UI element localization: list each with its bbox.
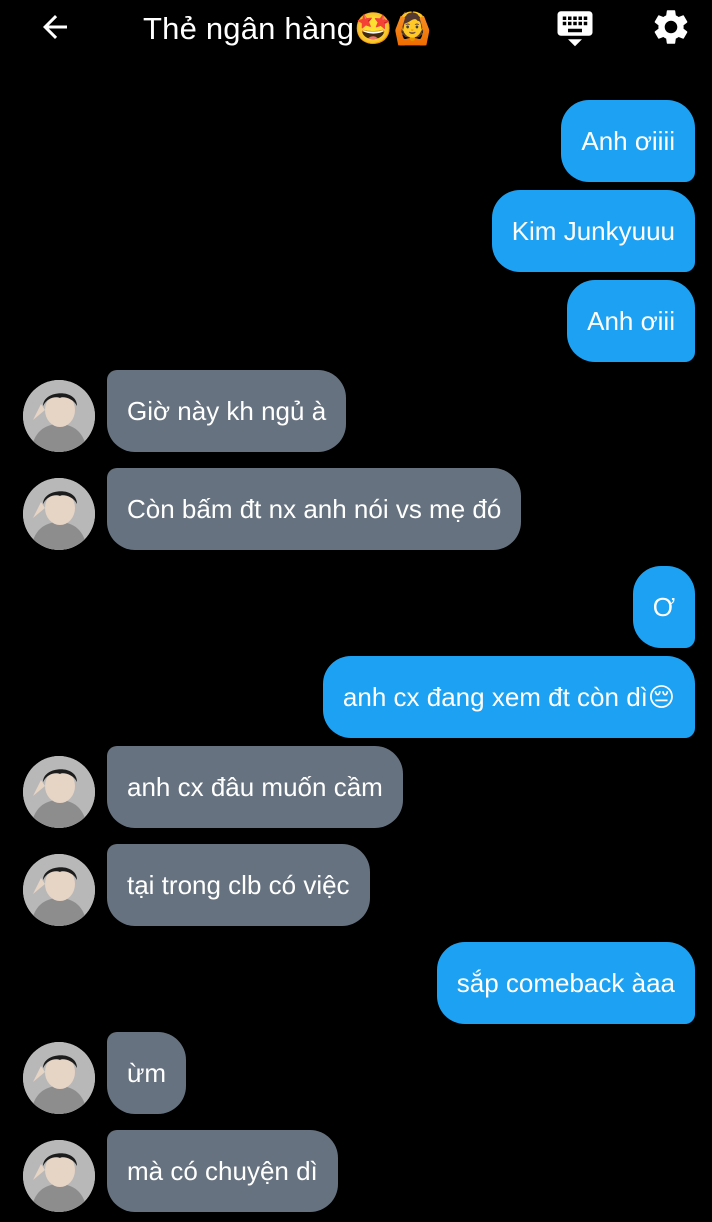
contact-avatar[interactable] bbox=[23, 756, 95, 828]
message-row: anh cx đâu muốn cầm bbox=[0, 746, 712, 828]
message-row: Anh ơiiii bbox=[0, 100, 712, 182]
incoming-message-bubble[interactable]: mà có chuyện dì bbox=[107, 1130, 338, 1212]
outgoing-message-bubble[interactable]: Ơ bbox=[632, 566, 695, 648]
message-row: Kim Junkyuuu bbox=[0, 190, 712, 272]
outgoing-message-bubble[interactable]: Anh ơiiii bbox=[561, 100, 695, 182]
gear-icon bbox=[650, 6, 692, 53]
arrow-left-icon bbox=[37, 9, 73, 50]
settings-button[interactable] bbox=[648, 6, 694, 52]
outgoing-message-bubble[interactable]: Anh ơiii bbox=[567, 280, 695, 362]
message-row: sắp comeback àaa bbox=[0, 942, 712, 1024]
message-row: Còn bấm đt nx anh nói vs mẹ đó bbox=[0, 468, 712, 550]
chat-title: Thẻ ngân hàng🤩🙆 bbox=[143, 11, 432, 46]
outgoing-message-bubble[interactable]: anh cx đang xem đt còn dì😔 bbox=[322, 656, 695, 738]
message-row: Anh ơiii bbox=[0, 280, 712, 362]
keyboard-button[interactable] bbox=[552, 6, 598, 52]
incoming-message-bubble[interactable]: anh cx đâu muốn cầm bbox=[107, 746, 403, 828]
message-row: tại trong clb có việc bbox=[0, 844, 712, 926]
message-row: anh cx đang xem đt còn dì😔 bbox=[0, 656, 712, 738]
message-row: mà có chuyện dì bbox=[0, 1130, 712, 1212]
message-row: Ơ bbox=[0, 566, 712, 648]
incoming-message-bubble[interactable]: tại trong clb có việc bbox=[107, 844, 370, 926]
chat-header: Thẻ ngân hàng🤩🙆 bbox=[0, 0, 712, 58]
keyboard-icon bbox=[554, 6, 596, 53]
message-row: Giờ này kh ngủ à bbox=[0, 370, 712, 452]
incoming-message-bubble[interactable]: ừm bbox=[107, 1032, 187, 1114]
contact-avatar[interactable] bbox=[23, 478, 95, 550]
message-row: ừm bbox=[0, 1032, 712, 1114]
incoming-message-bubble[interactable]: Giờ này kh ngủ à bbox=[107, 370, 347, 452]
contact-avatar[interactable] bbox=[23, 380, 95, 452]
outgoing-message-bubble[interactable]: sắp comeback àaa bbox=[436, 942, 695, 1024]
incoming-message-bubble[interactable]: Còn bấm đt nx anh nói vs mẹ đó bbox=[107, 468, 522, 550]
back-button[interactable] bbox=[34, 8, 76, 50]
contact-avatar[interactable] bbox=[23, 1140, 95, 1212]
contact-avatar[interactable] bbox=[23, 1042, 95, 1114]
contact-avatar[interactable] bbox=[23, 854, 95, 926]
outgoing-message-bubble[interactable]: Kim Junkyuuu bbox=[491, 190, 695, 272]
